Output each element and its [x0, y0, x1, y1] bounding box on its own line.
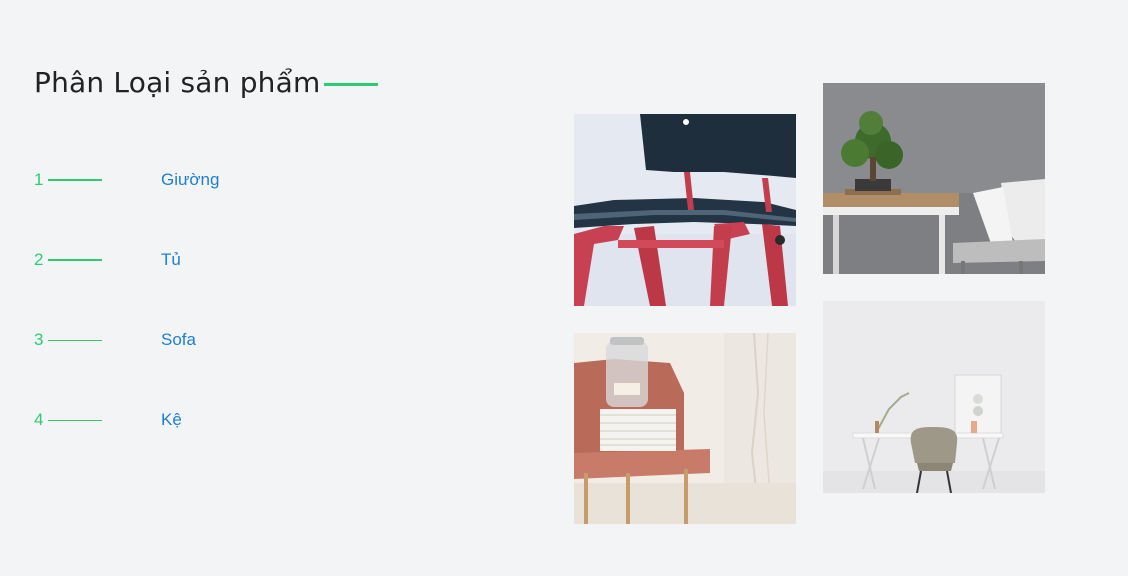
- product-image-chair-red: [574, 114, 796, 306]
- category-number: 2: [34, 250, 44, 269]
- category-item-ke[interactable]: 4 Kệ: [34, 408, 334, 432]
- category-label[interactable]: Kệ: [161, 410, 182, 430]
- section-title-text: Phân Loại sản phẩm: [34, 66, 321, 99]
- category-item-tu[interactable]: 2 Tủ: [34, 248, 334, 272]
- category-number: 3: [34, 330, 44, 349]
- category-number: 1: [34, 170, 44, 189]
- category-item-giuong[interactable]: 1 Giường: [34, 168, 334, 192]
- category-label[interactable]: Sofa: [161, 330, 196, 350]
- category-number: 4: [34, 410, 44, 429]
- product-image-table-bonsai: [823, 83, 1045, 274]
- category-dash: [48, 259, 102, 261]
- product-image-velvet-chair: [574, 333, 796, 524]
- category-item-sofa[interactable]: 3 Sofa: [34, 328, 334, 352]
- category-dash: [48, 419, 102, 421]
- section-title: Phân Loại sản phẩm: [34, 66, 379, 99]
- category-label[interactable]: Tủ: [161, 250, 181, 270]
- category-list: 1 Giường 2 Tủ 3 Sofa 4 Kệ: [34, 168, 334, 488]
- category-label[interactable]: Giường: [161, 170, 219, 190]
- title-underline: [324, 83, 379, 86]
- category-dash: [48, 179, 102, 181]
- category-dash: [48, 339, 102, 341]
- product-image-white-desk: [823, 301, 1045, 493]
